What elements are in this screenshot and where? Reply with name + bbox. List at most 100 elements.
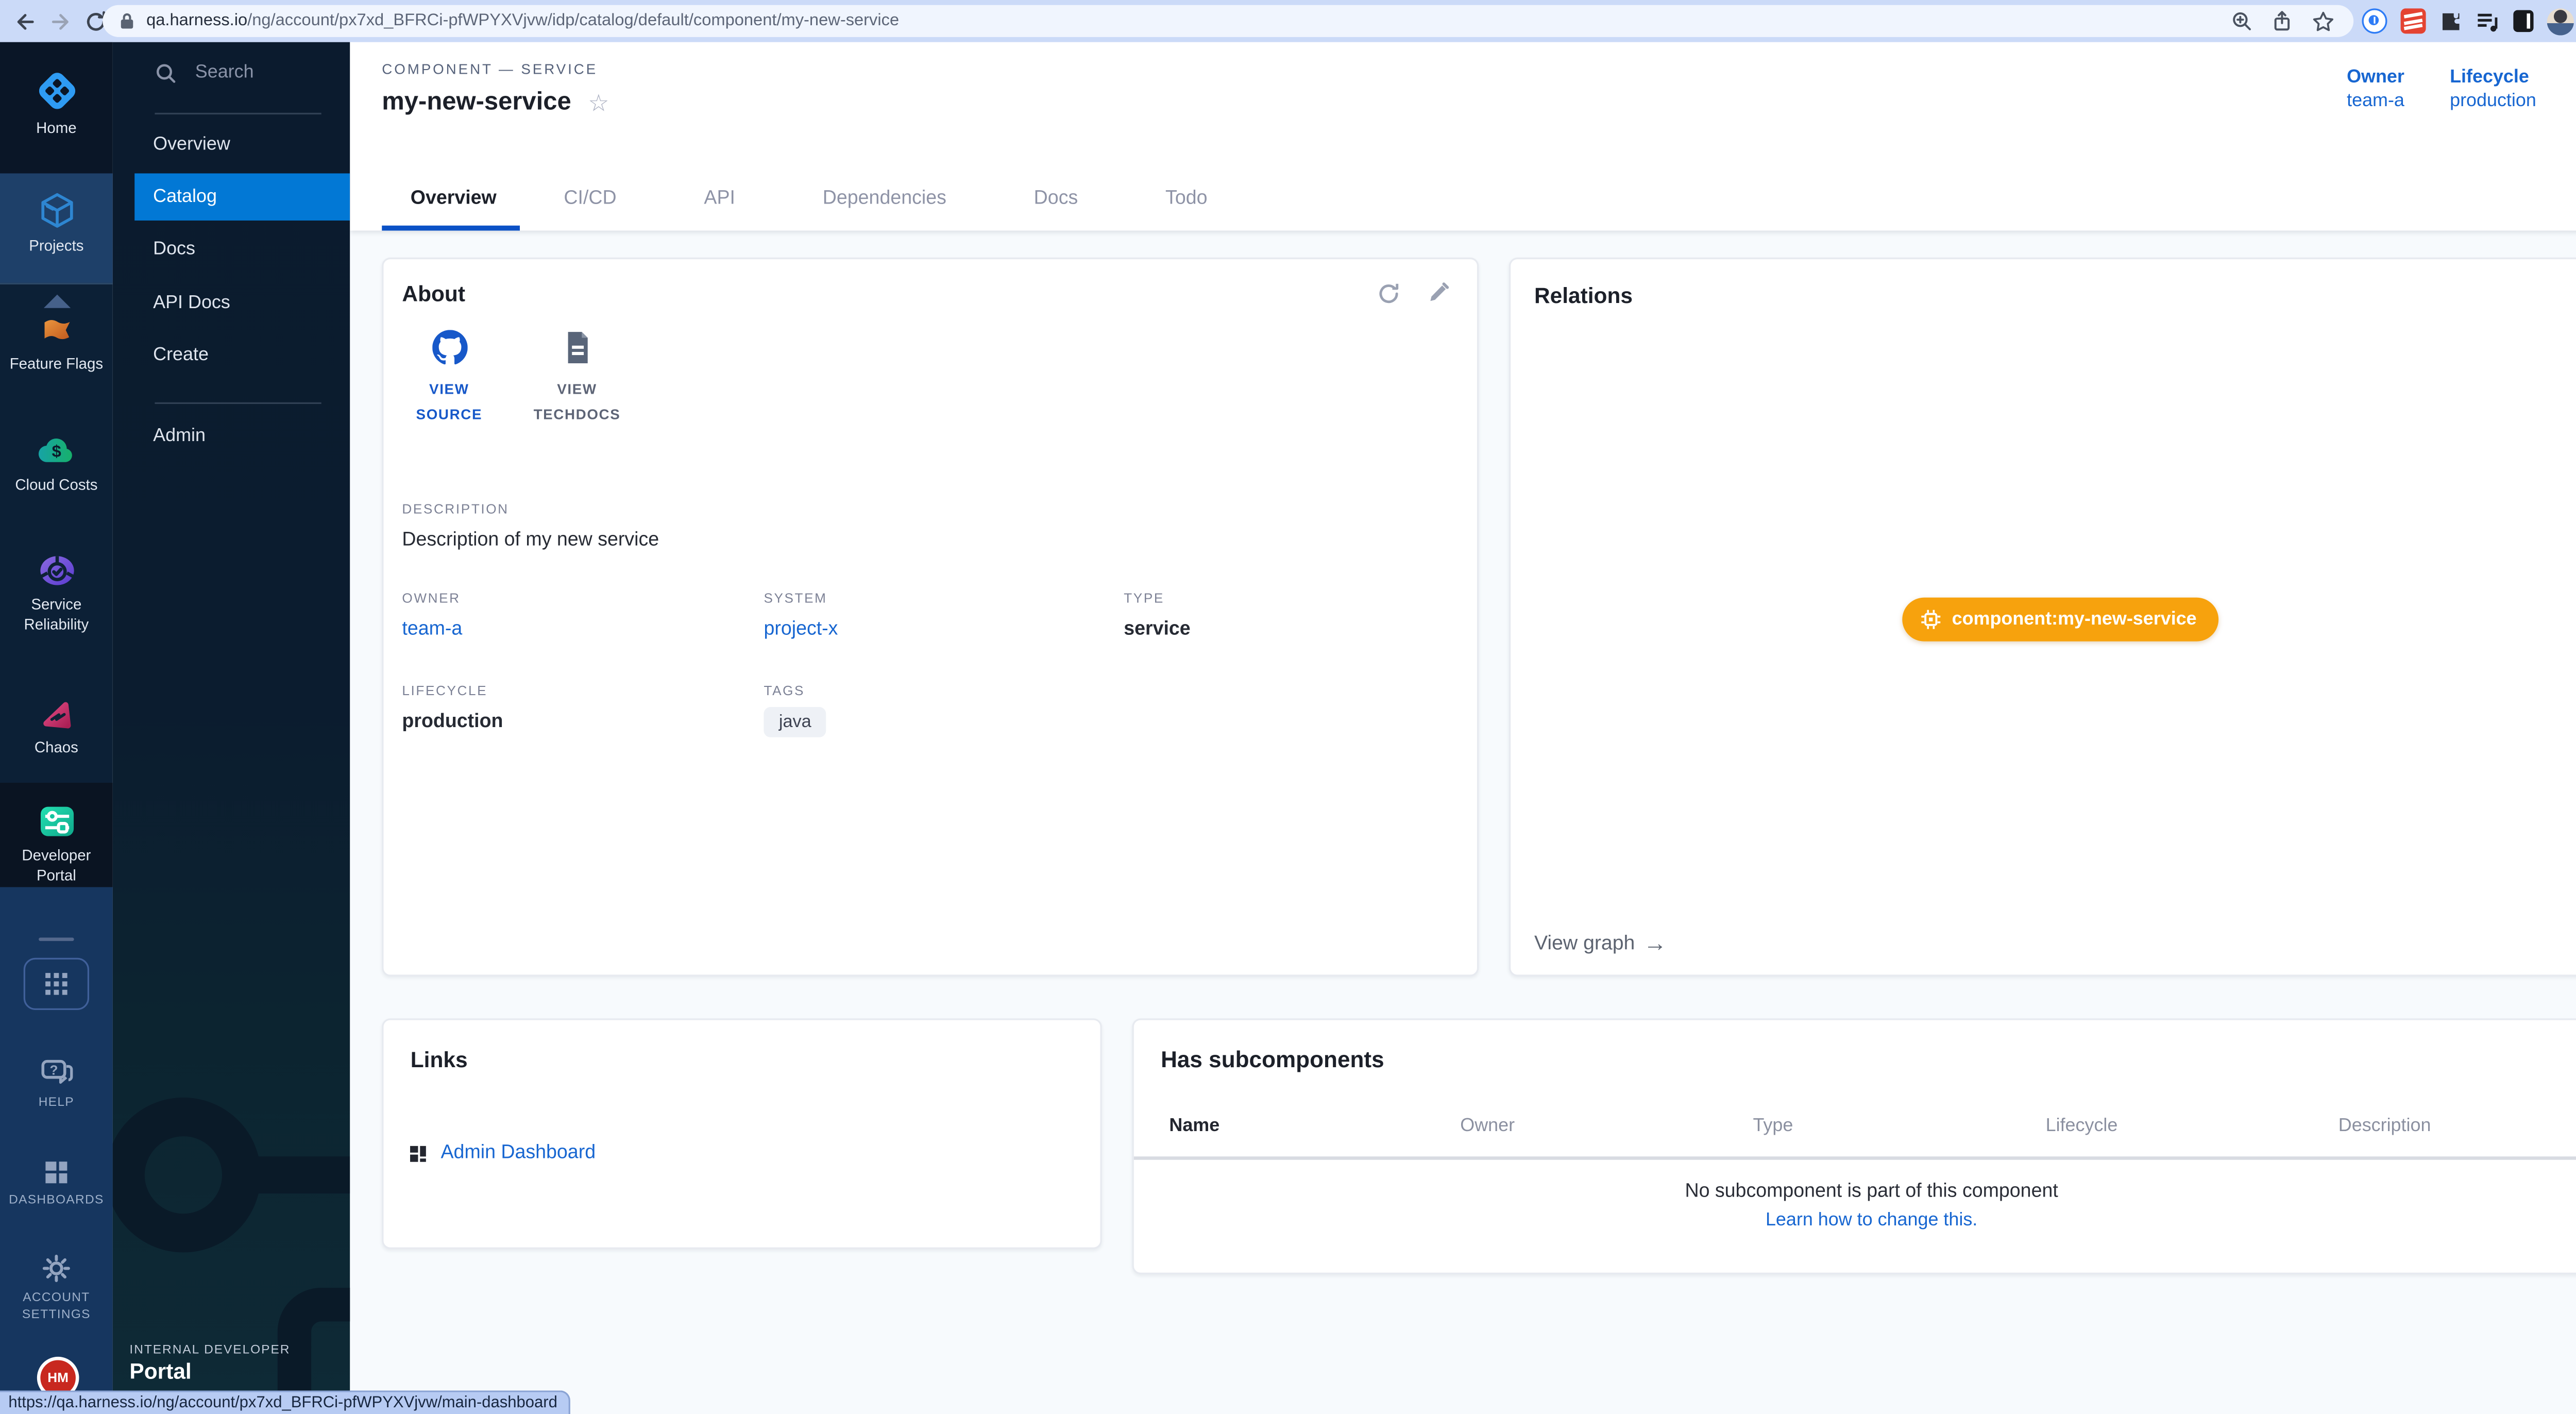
share-icon[interactable] — [2271, 10, 2293, 32]
sidebar-item-label: DASHBOARDS — [0, 1192, 113, 1209]
harness-logo-icon — [0, 69, 113, 113]
tab-todo[interactable]: Todo — [1122, 169, 1251, 231]
onepassword-extension-icon[interactable] — [2362, 8, 2387, 33]
chaos-icon — [0, 697, 113, 732]
brand-line-top: INTERNAL DEVELOPER — [129, 1342, 290, 1357]
view-graph-label: View graph — [1534, 931, 1635, 954]
back-icon[interactable] — [13, 9, 37, 33]
dashboards-icon — [0, 1160, 113, 1185]
screen: qa.harness.io/ng/account/px7xd_BFRCi-pfW… — [0, 0, 2576, 1414]
sidebar-item-projects[interactable]: Projects — [0, 173, 113, 282]
page-title: my-new-service — [382, 88, 571, 116]
subcomponents-card: Has subcomponents Name Owner Type Lifecy… — [1132, 1018, 2576, 1274]
owner-value[interactable]: team-a — [2347, 91, 2404, 111]
nav-item-create[interactable]: Create — [113, 332, 350, 379]
bookmark-star-icon[interactable] — [2312, 9, 2335, 33]
view-graph-link[interactable]: View graph → — [1534, 931, 1667, 954]
sidebar-item-cloud-costs[interactable]: $ Cloud Costs — [0, 426, 113, 530]
url-bar[interactable]: qa.harness.io/ng/account/px7xd_BFRCi-pfW… — [103, 5, 2353, 37]
sidebar-item-home[interactable]: Home — [0, 42, 113, 174]
sidebar-item-help[interactable]: ? HELP — [0, 1059, 113, 1111]
todoist-extension-icon[interactable] — [2401, 8, 2426, 33]
view-source-label: VIEW SOURCE — [402, 377, 496, 428]
tab-cicd[interactable]: CI/CD — [520, 169, 660, 231]
links-card: Links Admin Dashboard — [382, 1018, 1102, 1249]
browser-profile-avatar[interactable] — [2547, 8, 2574, 35]
tab-overview[interactable]: Overview — [382, 169, 520, 231]
owner-field: OWNER team-a — [402, 591, 764, 640]
tag-chip[interactable]: java — [764, 707, 826, 737]
sidepanel-extension-icon[interactable] — [2513, 10, 2533, 32]
owner-link[interactable]: team-a — [402, 619, 764, 639]
lifecycle-label: Lifecycle — [2450, 65, 2536, 89]
card-title: Links — [411, 1047, 468, 1072]
nav-item-catalog[interactable]: Catalog — [134, 173, 350, 220]
module-picker-button[interactable] — [24, 958, 89, 1010]
column-header-owner[interactable]: Owner — [1460, 1116, 1753, 1136]
system-link[interactable]: project-x — [764, 619, 1124, 639]
owner-label: Owner — [2347, 65, 2404, 89]
search-icon — [155, 61, 176, 83]
extensions-puzzle-icon[interactable] — [2439, 9, 2463, 33]
view-source-button[interactable]: VIEW SOURCE — [402, 330, 496, 427]
breadcrumb: COMPONENT — SERVICE — [382, 61, 598, 78]
empty-state-link[interactable]: Learn how to change this. — [1134, 1210, 2576, 1231]
decorative-circuit-bar — [247, 1156, 350, 1193]
sidebar-item-label: ACCOUNT SETTINGS — [0, 1289, 113, 1323]
search-input[interactable] — [192, 61, 313, 85]
link-item[interactable]: Admin Dashboard — [409, 1143, 1100, 1163]
description-value: Description of my new service — [402, 530, 1477, 550]
component-node-badge[interactable]: component:my-new-service — [1902, 598, 2218, 642]
edit-pencil-icon[interactable] — [1427, 281, 1450, 307]
tab-api[interactable]: API — [660, 169, 779, 231]
sidebar-item-developer-portal[interactable]: Developer Portal — [0, 783, 113, 887]
view-techdocs-button[interactable]: VIEW TECHDOCS — [530, 330, 624, 427]
forward-icon[interactable] — [49, 9, 73, 33]
playlist-extension-icon[interactable] — [2477, 9, 2500, 33]
lifecycle-value[interactable]: production — [2450, 91, 2536, 111]
github-icon — [402, 330, 496, 365]
nav-item-overview[interactable]: Overview — [113, 121, 350, 168]
column-header-lifecycle[interactable]: Lifecycle — [2046, 1116, 2338, 1136]
sidebar-item-feature-flags[interactable]: Feature Flags — [0, 308, 113, 416]
primary-sidebar: Home Projects Feature Flags $ Cloud Cost… — [0, 42, 113, 1414]
browser-toolbar: qa.harness.io/ng/account/px7xd_BFRCi-pfW… — [0, 0, 2576, 42]
developer-portal-icon — [0, 803, 113, 840]
zoom-page-icon[interactable] — [2231, 10, 2252, 32]
column-header-description[interactable]: Description — [2338, 1116, 2576, 1136]
divider — [1134, 1156, 2576, 1160]
lifecycle-value: production — [402, 712, 764, 732]
field-label: LIFECYCLE — [402, 683, 764, 698]
lifecycle-meta[interactable]: Lifecycleproduction — [2450, 65, 2536, 112]
nav-item-admin[interactable]: Admin — [113, 412, 350, 459]
sidebar-utility-section: ? HELP DASHBOARDS ACCOUNT SETTINGS HM — [0, 887, 113, 1414]
favorite-star-icon[interactable]: ☆ — [588, 90, 609, 114]
tab-docs[interactable]: Docs — [990, 169, 1122, 231]
sidebar-divider — [0, 283, 113, 284]
sidebar-item-label: Chaos — [0, 739, 113, 759]
refresh-icon[interactable] — [1376, 281, 1401, 307]
nav-item-docs[interactable]: Docs — [113, 226, 350, 273]
help-chat-icon: ? — [0, 1059, 113, 1088]
svg-text:?: ? — [49, 1062, 57, 1078]
brand-line-bottom: Portal — [129, 1358, 191, 1384]
sidebar-item-service-reliability[interactable]: Service Reliability — [0, 547, 113, 675]
column-header-name[interactable]: Name — [1169, 1116, 1460, 1136]
grid-icon — [45, 973, 68, 996]
tab-dependencies[interactable]: Dependencies — [779, 169, 990, 231]
search-row — [155, 61, 313, 85]
sidebar-item-dashboards[interactable]: DASHBOARDS — [0, 1160, 113, 1209]
chevron-up-icon[interactable] — [44, 295, 71, 308]
sidebar-item-chaos[interactable]: Chaos — [0, 690, 113, 795]
type-value: service — [1124, 619, 1477, 639]
sidebar-item-label: Service Reliability — [0, 596, 113, 634]
link-label: Admin Dashboard — [441, 1143, 596, 1163]
sidebar-item-label: HELP — [0, 1094, 113, 1111]
owner-meta[interactable]: Ownerteam-a — [2347, 65, 2404, 112]
column-header-type[interactable]: Type — [1753, 1116, 2045, 1136]
nav-item-api-docs[interactable]: API Docs — [113, 279, 350, 326]
relations-card: Relations component:my-new-service View … — [1509, 258, 2576, 977]
sidebar-item-account-settings[interactable]: ACCOUNT SETTINGS — [0, 1254, 113, 1323]
table-header-row: Name Owner Type Lifecycle Description — [1169, 1116, 2576, 1136]
card-title: Has subcomponents — [1161, 1047, 1384, 1072]
